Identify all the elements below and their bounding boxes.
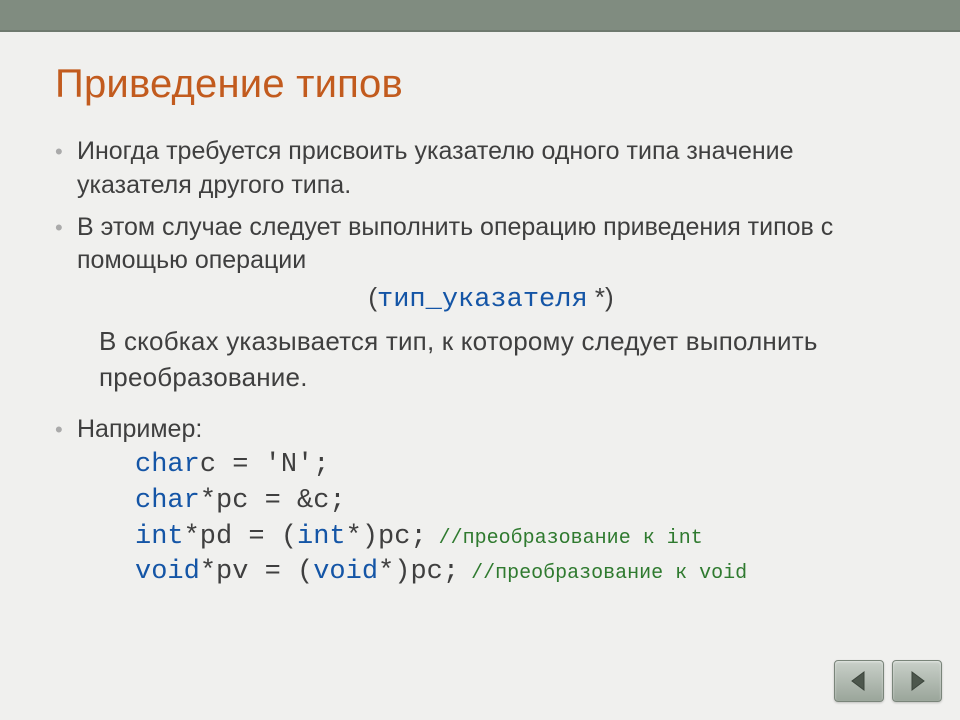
- code-text: *pd = (: [184, 522, 297, 552]
- kw-void: void: [135, 557, 200, 587]
- code-line: charc = 'N';: [135, 448, 905, 484]
- code-block: charc = 'N'; char*pc = &c; int*pd = (int…: [135, 448, 905, 591]
- bullet-item: Например: charc = 'N'; char*pc = &c; int…: [55, 413, 905, 591]
- bullet-text: В этом случае следует выполнить операцию…: [77, 213, 833, 275]
- top-bar: [0, 0, 960, 32]
- bullet-text: Иногда требуется присвоить указателю одн…: [77, 137, 794, 199]
- code-line: char*pc = &c;: [135, 484, 905, 520]
- code-line: void*pv = (void*)pc; //преобразование к …: [135, 555, 905, 591]
- code-line: int*pd = (int*)pc; //преобразование к in…: [135, 520, 905, 556]
- bullet-text: Например:: [77, 415, 202, 443]
- slide: Приведение типов Иногда требуется присво…: [0, 0, 960, 720]
- slide-content: Приведение типов Иногда требуется присво…: [0, 32, 960, 591]
- kw-void: void: [313, 557, 378, 587]
- cast-explain: В скобках указывается тип, к которому сл…: [99, 324, 905, 394]
- bullet-item: Иногда требуется присвоить указателю одн…: [55, 135, 905, 203]
- cast-syntax: (тип_указателя *): [77, 280, 905, 318]
- prev-button[interactable]: [834, 660, 884, 702]
- body-text: Иногда требуется присвоить указателю одн…: [55, 135, 905, 591]
- kw-int: int: [297, 522, 346, 552]
- code-text: c = 'N';: [200, 450, 330, 480]
- paren-close: *): [588, 282, 614, 312]
- next-button[interactable]: [892, 660, 942, 702]
- paren-open: (: [368, 282, 377, 312]
- code-text: *pv = (: [200, 557, 313, 587]
- nav-buttons: [834, 660, 942, 702]
- kw-char: char: [135, 486, 200, 516]
- kw-char: char: [135, 450, 200, 480]
- cast-keyword: тип_указателя: [377, 285, 588, 315]
- slide-title: Приведение типов: [55, 62, 905, 107]
- bullet-item: В этом случае следует выполнить операцию…: [55, 211, 905, 395]
- arrow-left-icon: [847, 669, 871, 693]
- code-comment: //преобразование к int: [427, 527, 703, 550]
- code-text: *pc = &c;: [200, 486, 346, 516]
- kw-int: int: [135, 522, 184, 552]
- code-text: *)pc;: [378, 557, 459, 587]
- code-text: *)pc;: [346, 522, 427, 552]
- code-comment: //преобразование к void: [459, 562, 747, 585]
- arrow-right-icon: [905, 669, 929, 693]
